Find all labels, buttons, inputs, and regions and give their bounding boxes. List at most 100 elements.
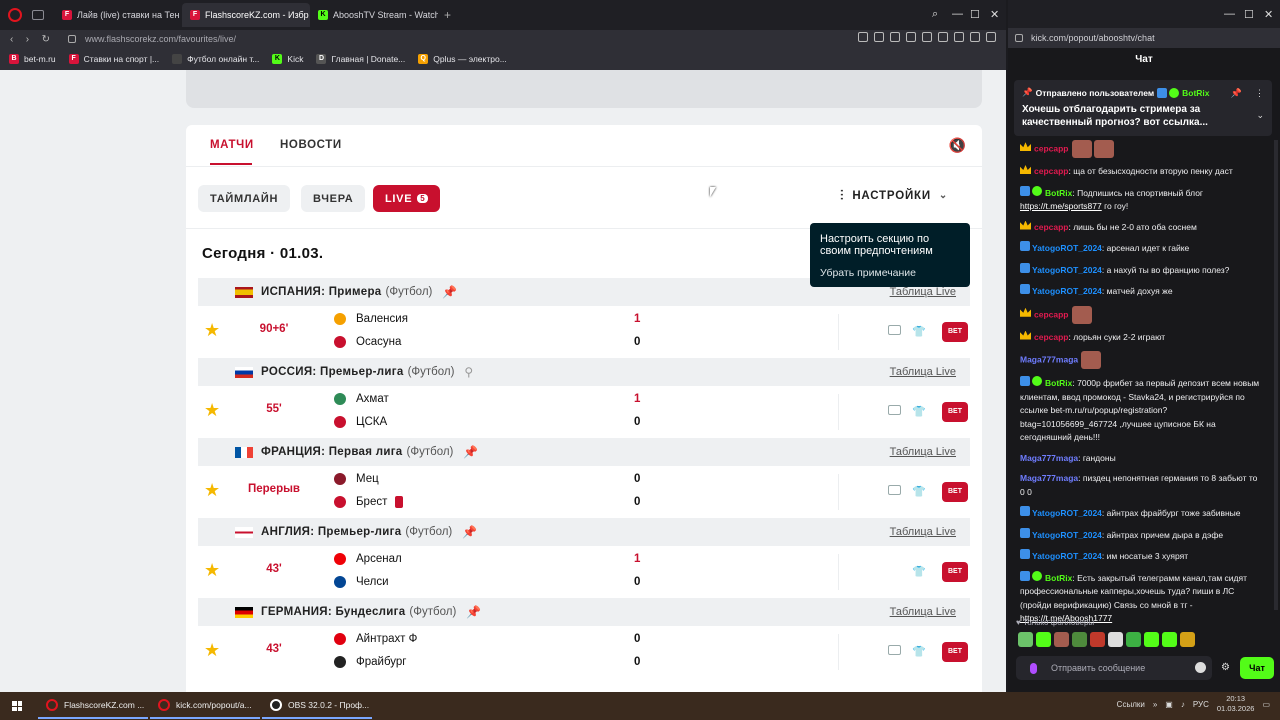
chat-username[interactable]: YatogoROT_2024	[1032, 508, 1102, 518]
chevron-down-icon[interactable]: ⌄	[1256, 110, 1264, 121]
emote-icon[interactable]	[1072, 632, 1087, 647]
emote-icon[interactable]	[1108, 632, 1123, 647]
minimize-icon[interactable]: —	[952, 8, 963, 20]
bookmark-item[interactable]: K Kick	[272, 54, 303, 64]
match-row[interactable]: ★ 90+6' Валенсия Осасуна 1 0 👕 BET	[198, 306, 970, 358]
gear-icon[interactable]: ⚙	[1221, 662, 1230, 673]
taskbar-app-obs[interactable]: OBS 32.0.2 - Проф...	[262, 693, 372, 719]
filter-timeline-button[interactable]: ТАЙМЛАЙН	[198, 185, 291, 212]
bookmark-item[interactable]: Футбол онлайн т...	[172, 54, 259, 64]
pinned-message[interactable]: 📌 Отправлено пользователем BotRix Хочешь…	[1014, 80, 1272, 136]
bookmark-item[interactable]: Bbet-m.ru	[9, 54, 56, 64]
table-live-link[interactable]: Таблица Live	[890, 286, 956, 298]
lock-icon[interactable]	[1015, 34, 1023, 42]
shirt-icon[interactable]: 👕	[912, 325, 926, 338]
shirt-icon[interactable]: 👕	[912, 645, 926, 658]
chat-username[interactable]: BotRix	[1045, 378, 1072, 388]
chat-input[interactable]: Отправить сообщение	[1016, 656, 1212, 680]
chat-username[interactable]: cepcapp	[1034, 332, 1069, 342]
league-name[interactable]: ИСПАНИЯ: Примера	[261, 286, 382, 298]
chat-scrollbar[interactable]	[1274, 140, 1278, 610]
emote-icon[interactable]	[1054, 632, 1069, 647]
chat-url[interactable]: kick.com/popout/abooshtv/chat	[1031, 33, 1155, 43]
network-icon[interactable]: ▣	[1165, 700, 1173, 709]
chat-username[interactable]: YatogoROT_2024	[1032, 551, 1102, 561]
download-icon[interactable]	[970, 32, 980, 42]
tv-icon[interactable]	[888, 485, 901, 495]
pinned-username[interactable]: BotRix	[1182, 88, 1209, 98]
browser-tab-betting[interactable]: F Лайв (live) ставки на Тен	[54, 3, 182, 27]
profile-icon[interactable]	[954, 32, 964, 42]
league-name[interactable]: АНГЛИЯ: Премьер-лига	[261, 526, 401, 538]
lock-icon[interactable]	[68, 35, 76, 43]
close-icon[interactable]: ✕	[1264, 8, 1273, 21]
pin-icon[interactable]	[874, 32, 884, 42]
settings-button[interactable]: ⫶ НАСТРОЙКИ ⌄	[840, 187, 948, 204]
search-icon[interactable]: ⌕	[932, 8, 938, 21]
url-field[interactable]: www.flashscorekz.com/favourites/live/	[85, 34, 236, 44]
emote-icon[interactable]	[1162, 632, 1177, 647]
close-icon[interactable]: ✕	[990, 8, 999, 21]
tab-overview-icon[interactable]	[32, 10, 44, 20]
browser-tab-kick[interactable]: K AbooshTV Stream - Watch	[310, 3, 438, 27]
tray-chevron-icon[interactable]: »	[1153, 700, 1157, 709]
volume-icon[interactable]: ♪	[1181, 700, 1185, 709]
match-row[interactable]: ★ 43' Айнтрахт Ф Фрайбург 0 0 👕 BET	[198, 626, 970, 678]
pin-icon[interactable]: 📌	[1231, 88, 1242, 99]
send-chat-button[interactable]: Чат	[1240, 657, 1274, 679]
pin-icon[interactable]: 📌	[466, 605, 481, 619]
chat-username[interactable]: BotRix	[1045, 188, 1072, 198]
table-live-link[interactable]: Таблица Live	[890, 606, 956, 618]
favorite-star-icon[interactable]: ★	[204, 480, 220, 501]
favorite-star-icon[interactable]: ★	[204, 640, 220, 661]
table-live-link[interactable]: Таблица Live	[890, 446, 956, 458]
emoji-icon[interactable]	[1195, 662, 1206, 673]
clock[interactable]: 20:13 01.03.2026	[1217, 694, 1255, 714]
maximize-icon[interactable]: ☐	[970, 8, 980, 21]
bet-button[interactable]: BET	[942, 402, 968, 422]
microphone-icon[interactable]	[1030, 662, 1037, 674]
match-row[interactable]: ★ Перерыв Мец Брест 0 0 👕 BET	[198, 466, 970, 518]
chat-username[interactable]: Maga777maga	[1020, 453, 1078, 463]
shirt-icon[interactable]: 👕	[912, 405, 926, 418]
opera-logo-icon[interactable]	[8, 8, 22, 22]
chat-username[interactable]: BotRix	[1045, 573, 1072, 583]
shirt-icon[interactable]: 👕	[912, 485, 926, 498]
league-name[interactable]: ГЕРМАНИЯ: Бундеслига	[261, 606, 405, 618]
chat-username[interactable]: cepcapp	[1034, 309, 1069, 319]
league-name[interactable]: РОССИЯ: Премьер-лига	[261, 366, 404, 378]
emote-icon[interactable]	[1180, 632, 1195, 647]
zoom-icon[interactable]	[858, 32, 868, 42]
chat-link[interactable]: https://t.me/sports877	[1020, 201, 1102, 211]
pin-icon[interactable]: 📌	[463, 445, 478, 459]
match-row[interactable]: ★ 55' Ахмат ЦСКА 1 0 👕 BET	[198, 386, 970, 438]
match-row[interactable]: ★ 43' Арсенал Челси 1 0 👕 BET	[198, 546, 970, 598]
windows-start-icon[interactable]	[12, 701, 22, 711]
pin-icon[interactable]: 📌	[442, 285, 457, 299]
favorite-star-icon[interactable]: ★	[204, 560, 220, 581]
chat-username[interactable]: YatogoROT_2024	[1032, 530, 1102, 540]
chat-username[interactable]: YatogoROT_2024	[1032, 286, 1102, 296]
favorite-star-icon[interactable]: ★	[204, 400, 220, 421]
back-icon[interactable]: ‹	[10, 34, 13, 45]
taskbar-app-flashscore[interactable]: FlashscoreKZ.com ...	[38, 693, 148, 719]
tv-icon[interactable]	[888, 645, 901, 655]
filter-yesterday-button[interactable]: ВЧЕРА	[301, 185, 366, 212]
chat-username[interactable]: Maga777maga	[1020, 473, 1078, 483]
pin-icon[interactable]: 📌	[462, 525, 477, 539]
maximize-icon[interactable]: ☐	[1244, 8, 1254, 21]
forward-icon[interactable]: ›	[26, 34, 29, 45]
emote-icon[interactable]	[1036, 632, 1051, 647]
notifications-icon[interactable]: ▭	[1262, 700, 1270, 709]
minimize-icon[interactable]: —	[1224, 8, 1235, 20]
filter-live-button[interactable]: LIVE 5	[373, 185, 441, 212]
bookmark-item[interactable]: Q Qplus — электро...	[418, 54, 507, 64]
bet-button[interactable]: BET	[942, 562, 968, 582]
snapshot-icon[interactable]	[890, 32, 900, 42]
tab-news[interactable]: НОВОСТИ	[280, 139, 342, 151]
reload-icon[interactable]: ↻	[42, 34, 50, 45]
new-tab-icon[interactable]: +	[444, 8, 451, 22]
tv-icon[interactable]	[888, 325, 901, 335]
menu-icon[interactable]	[986, 32, 996, 42]
table-live-link[interactable]: Таблица Live	[890, 526, 956, 538]
